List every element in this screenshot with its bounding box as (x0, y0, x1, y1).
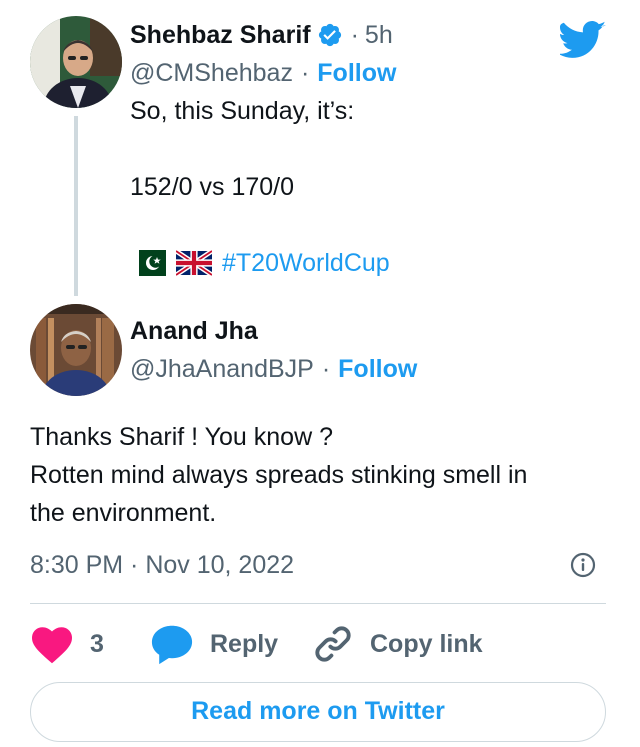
reply-label: Reply (210, 629, 279, 658)
parent-handle-row: @CMShehbaz · Follow (130, 56, 396, 90)
parent-tweet-text-line2: 152/0 vs 170/0 (130, 173, 295, 201)
uk-flag-icon (176, 250, 212, 276)
time-separator: · (350, 20, 359, 49)
reply-author-name[interactable]: Anand Jha (130, 314, 258, 348)
reply-author-handle[interactable]: @JhaAnandBJP (130, 355, 314, 384)
parent-tweet-text-line1: So, this Sunday, it’s: (130, 97, 355, 125)
hashtag-link[interactable]: #T20WorldCup (222, 244, 390, 282)
parent-tweet-hashtag-row: #T20WorldCup (130, 244, 390, 282)
reply-button[interactable]: Reply (150, 622, 278, 666)
copy-link-label: Copy link (370, 629, 483, 658)
link-icon (312, 623, 354, 665)
twitter-bird-icon[interactable] (558, 20, 606, 60)
avatar-anand-jha[interactable] (30, 304, 122, 396)
divider (30, 603, 606, 604)
follow-separator: · (300, 58, 310, 87)
reply-tweet-text-line1: Thanks Sharif ! You know ? (30, 423, 333, 451)
copy-link-button[interactable]: Copy link (312, 622, 483, 666)
reply-follow-button[interactable]: Follow (338, 355, 417, 384)
pakistan-flag-icon (130, 250, 166, 276)
heart-icon (30, 624, 74, 664)
parent-tweet-header: Shehbaz Sharif · 5h (130, 18, 393, 52)
reply-tweet-text-line2: Rotten mind always spreads stinking smel… (30, 461, 528, 489)
follow-button[interactable]: Follow (317, 59, 396, 88)
thread-connector-line (74, 116, 78, 296)
author-name[interactable]: Shehbaz Sharif (130, 21, 311, 50)
reply-follow-separator: · (321, 354, 331, 383)
verified-badge-icon (317, 22, 343, 48)
time-ago[interactable]: 5h (365, 21, 393, 50)
author-handle[interactable]: @CMShehbaz (130, 59, 293, 88)
like-count: 3 (90, 629, 104, 658)
tweet-timestamp[interactable]: 8:30 PM · Nov 10, 2022 (30, 548, 294, 582)
read-more-button[interactable]: Read more on Twitter (30, 682, 606, 742)
avatar-shehbaz-sharif[interactable] (30, 16, 122, 108)
like-button[interactable]: 3 (30, 622, 104, 666)
reply-bubble-icon (150, 623, 194, 665)
reply-handle-row: @JhaAnandBJP · Follow (130, 352, 417, 386)
reply-tweet-text-line3: the environment. (30, 499, 217, 527)
info-icon[interactable] (570, 552, 596, 578)
